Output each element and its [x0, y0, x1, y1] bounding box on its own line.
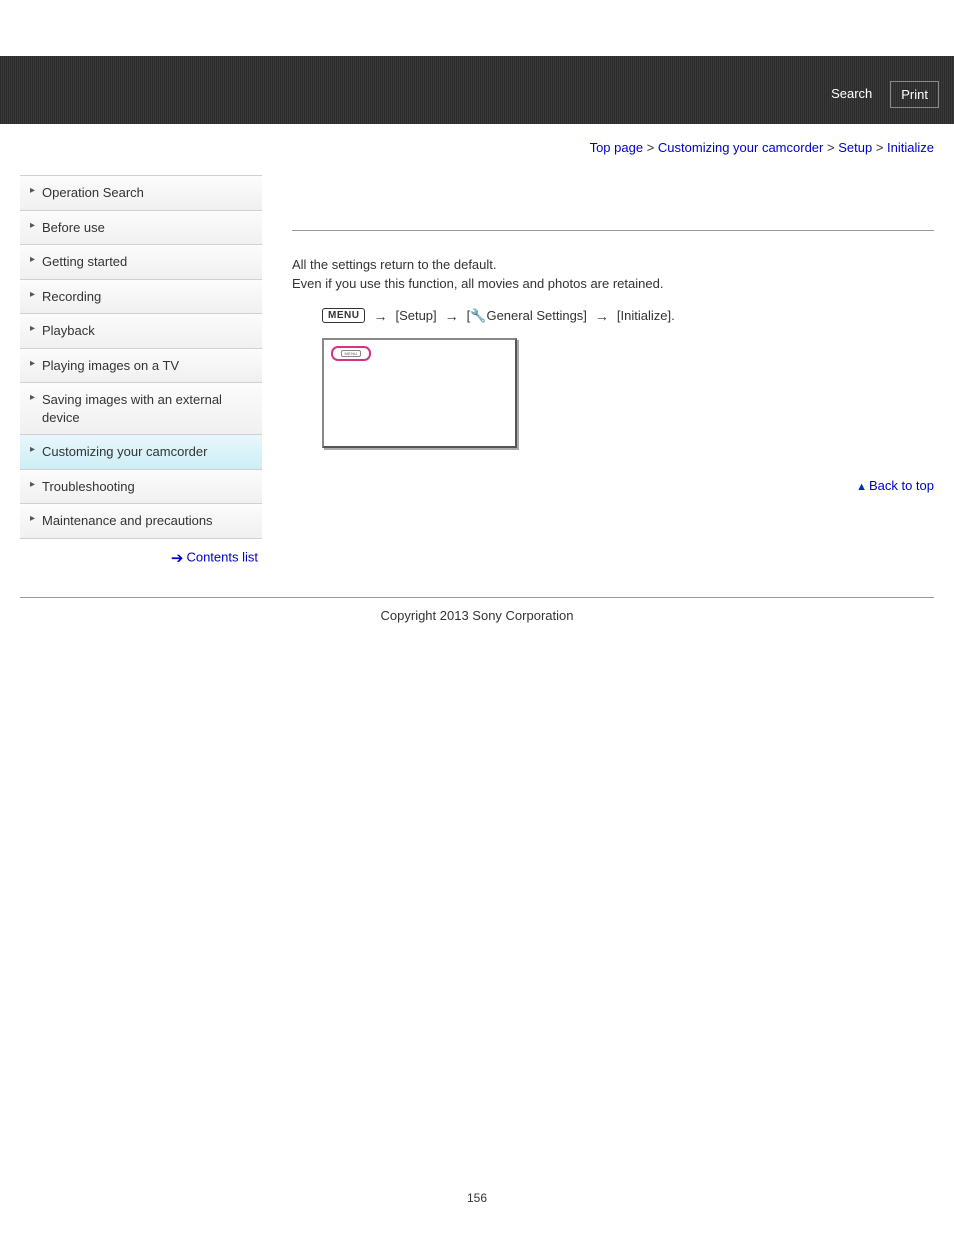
path-initialize: [Initialize]. [617, 308, 675, 323]
sidebar-item[interactable]: Before use [20, 210, 262, 245]
main-content: All the settings return to the default. … [262, 175, 934, 567]
arrow-right-icon: → [373, 308, 387, 324]
breadcrumb: Top page > Customizing your camcorder > … [0, 124, 954, 175]
contents-list-link[interactable]: Contents list [186, 549, 258, 564]
menu-path: MENU → [Setup] → [🔧General Settings] → [… [292, 308, 934, 324]
content-p1: All the settings return to the default. [292, 256, 934, 275]
screen-menu-label: MENU [341, 350, 362, 357]
breadcrumb-top-page[interactable]: Top page [590, 140, 644, 155]
screen-menu-highlight: MENU [331, 346, 371, 361]
sidebar-item[interactable]: Playing images on a TV [20, 348, 262, 383]
back-to-top-row: ▲Back to top [292, 478, 934, 493]
sidebar-item[interactable]: Playback [20, 313, 262, 348]
sidebar-item[interactable]: Getting started [20, 244, 262, 279]
sidebar-item[interactable]: Operation Search [20, 175, 262, 210]
menu-box-icon: MENU [322, 308, 365, 323]
breadcrumb-customizing[interactable]: Customizing your camcorder [658, 140, 823, 155]
breadcrumb-initialize[interactable]: Initialize [887, 140, 934, 155]
path-general: [🔧General Settings] [467, 308, 587, 324]
screen-illustration: MENU [322, 338, 517, 448]
sidebar-item[interactable]: Saving images with an external device [20, 382, 262, 434]
search-button[interactable]: Search [821, 81, 882, 108]
wrench-icon: 🔧 [470, 308, 486, 324]
arrow-right-icon: → [445, 308, 459, 324]
copyright: Copyright 2013 Sony Corporation [0, 598, 954, 643]
print-button[interactable]: Print [890, 81, 939, 108]
back-to-top-link[interactable]: Back to top [869, 478, 934, 493]
arrow-right-icon: → [595, 308, 609, 324]
sidebar-item[interactable]: Troubleshooting [20, 469, 262, 504]
sidebar-item[interactable]: Maintenance and precautions [20, 503, 262, 539]
content-divider [292, 230, 934, 231]
path-setup: [Setup] [395, 308, 436, 323]
up-triangle-icon: ▲ [856, 481, 867, 493]
sidebar-item[interactable]: Recording [20, 279, 262, 314]
breadcrumb-setup[interactable]: Setup [838, 140, 872, 155]
header-bar: Search Print [0, 56, 954, 124]
page-number: 156 [0, 1191, 954, 1205]
contents-list-row: ➔Contents list [20, 539, 262, 567]
sidebar-item[interactable]: Customizing your camcorder [20, 434, 262, 469]
sidebar: Operation SearchBefore useGetting starte… [20, 175, 262, 567]
arrow-right-icon: ➔ [171, 550, 184, 567]
content-p2: Even if you use this function, all movie… [292, 275, 934, 294]
